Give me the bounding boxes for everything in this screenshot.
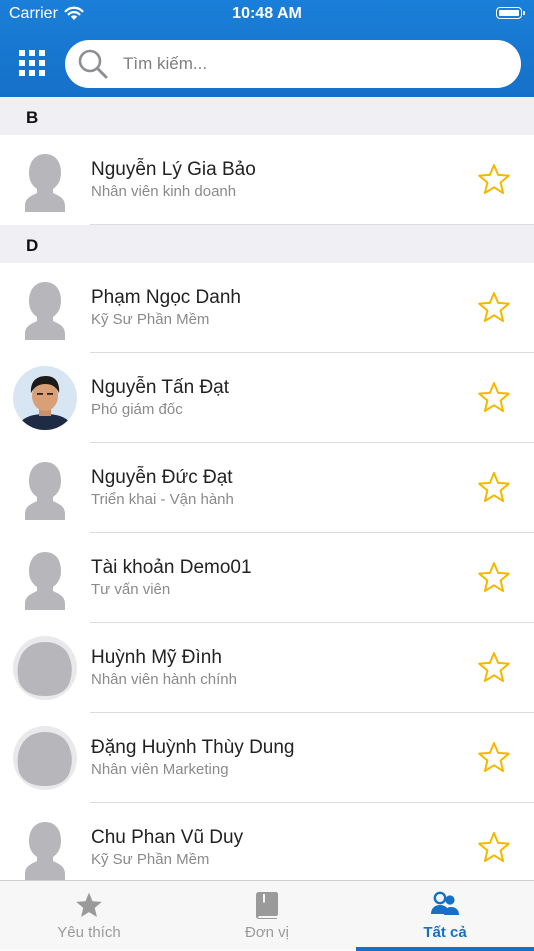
contact-name: Nguyễn Lý Gia Bảo <box>91 159 256 180</box>
favorite-star-icon[interactable] <box>476 560 512 596</box>
favorite-star-icon[interactable] <box>476 740 512 776</box>
contact-row-nguyen-tan-dat[interactable]: Nguyễn Tấn Đạt Phó giám đốc <box>0 353 534 443</box>
search-input[interactable] <box>123 52 503 76</box>
contact-row-huynh-my-dinh[interactable]: Huỳnh Mỹ Đình Nhân viên hành chính <box>0 623 534 713</box>
default-avatar-icon <box>13 456 77 520</box>
contact-name: Phạm Ngọc Danh <box>91 287 241 308</box>
contact-role: Kỹ Sư Phần Mềm <box>91 311 210 328</box>
favorite-star-icon[interactable] <box>476 650 512 686</box>
tab-label: Yêu thích <box>57 924 121 941</box>
tab-bar: Yêu thích Đơn vị Tất cả <box>0 880 534 951</box>
contact-name: Nguyễn Đức Đạt <box>91 467 233 488</box>
contact-role: Tư vấn viên <box>91 581 171 598</box>
app-header: Carrier 10:48 AM <box>0 0 534 97</box>
book-icon <box>178 891 356 919</box>
contact-row-pham-ngoc-danh[interactable]: Phạm Ngọc Danh Kỹ Sư Phần Mềm <box>0 263 534 353</box>
contact-role: Nhân viên Marketing <box>91 761 229 778</box>
contact-role: Nhân viên kinh doanh <box>91 183 237 200</box>
favorite-star-icon[interactable] <box>476 380 512 416</box>
contact-row-nguyen-ly-gia-bao[interactable]: Nguyễn Lý Gia Bảo Nhân viên kinh doanh <box>0 135 534 225</box>
grid-menu-icon[interactable] <box>19 50 45 76</box>
tab-yeu-thich[interactable]: Yêu thích <box>0 881 178 951</box>
tab-label: Đơn vị <box>244 924 289 941</box>
section-header-b: B <box>0 97 534 135</box>
section-header-d: D <box>0 225 534 263</box>
status-bar: Carrier 10:48 AM <box>0 0 534 30</box>
star-icon <box>0 891 178 919</box>
section-letter: D <box>26 236 39 255</box>
contact-photo-avatar <box>13 366 77 430</box>
section-letter: B <box>26 108 39 127</box>
search-icon <box>77 48 109 85</box>
contact-role: Phó giám đốc <box>91 401 183 418</box>
contact-row-dang-huynh-thuy-dung[interactable]: Đặng Huỳnh Thùy Dung Nhân viên Marketing <box>0 713 534 803</box>
favorite-star-icon[interactable] <box>476 470 512 506</box>
status-time: 10:48 AM <box>232 5 302 22</box>
contact-row-chu-phan-vu-duy[interactable]: Chu Phan Vũ Duy Kỹ Sư Phần Mềm <box>0 803 534 880</box>
contact-role: Nhân viên hành chính <box>91 671 237 688</box>
battery-icon <box>496 7 525 19</box>
favorite-star-icon[interactable] <box>476 290 512 326</box>
default-avatar-icon <box>13 636 77 700</box>
favorite-star-icon[interactable] <box>476 830 512 866</box>
contact-role: Kỹ Sư Phần Mềm <box>91 851 210 868</box>
tab-label: Tất cả <box>423 924 467 941</box>
search-bar[interactable] <box>65 40 521 88</box>
contact-name: Huỳnh Mỹ Đình <box>91 647 222 668</box>
tab-tat-ca[interactable]: Tất cả <box>356 881 534 951</box>
contact-role: Triển khai - Vận hành <box>91 491 234 508</box>
contact-name: Đặng Huỳnh Thùy Dung <box>91 737 295 758</box>
contact-list[interactable]: B Nguyễn Lý Gia Bảo Nhân viên kinh doanh … <box>0 97 534 880</box>
contact-name: Chu Phan Vũ Duy <box>91 827 244 848</box>
contact-row-nguyen-duc-dat[interactable]: Nguyễn Đức Đạt Triển khai - Vận hành <box>0 443 534 533</box>
default-avatar-icon <box>13 148 77 212</box>
default-avatar-icon <box>13 726 77 790</box>
people-icon <box>356 891 534 919</box>
default-avatar-icon <box>13 546 77 610</box>
default-avatar-icon <box>13 816 77 880</box>
tab-don-vi[interactable]: Đơn vị <box>178 881 356 951</box>
favorite-star-icon[interactable] <box>476 162 512 198</box>
contact-name: Tài khoản Demo01 <box>91 557 252 578</box>
contact-row-tai-khoan-demo01[interactable]: Tài khoản Demo01 Tư vấn viên <box>0 533 534 623</box>
default-avatar-icon <box>13 276 77 340</box>
contact-name: Nguyễn Tấn Đạt <box>91 377 230 398</box>
